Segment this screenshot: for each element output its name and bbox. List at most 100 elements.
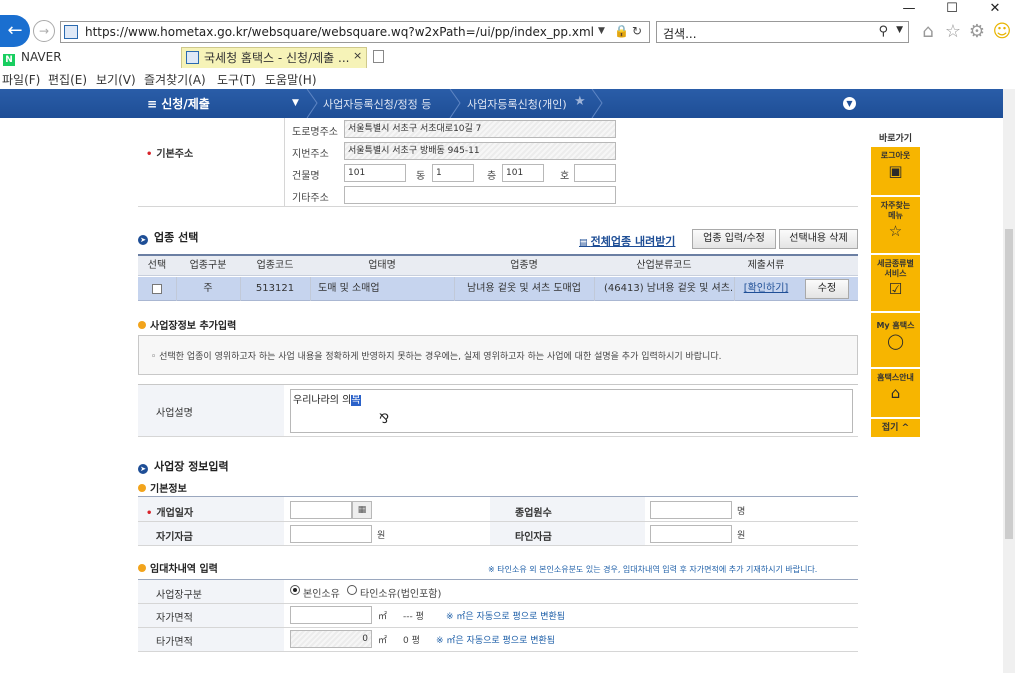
- road-address-field: 서울특별시 서초구 서초대로10길 7: [344, 120, 616, 138]
- house-icon: ⌂: [890, 384, 901, 402]
- radio-own[interactable]: [290, 585, 300, 595]
- lot-address-label: 지번주소: [292, 149, 329, 160]
- quick-hometax-guide[interactable]: 홈택스안내 ⌂: [871, 369, 920, 417]
- settings-gear-icon[interactable]: ⚙: [966, 21, 988, 43]
- ho-field[interactable]: [574, 164, 616, 182]
- forward-button[interactable]: →: [33, 20, 55, 42]
- building-field[interactable]: 101: [344, 164, 406, 182]
- building-label: 건물명: [292, 171, 320, 182]
- nav-expand-icon[interactable]: ▼: [843, 97, 856, 110]
- bookmark-star-icon[interactable]: ★: [574, 94, 586, 109]
- tab-hometax[interactable]: 국세청 홈택스 - 신청/제출 ...: [181, 47, 367, 68]
- own-capital-label: 자기자금: [156, 532, 193, 543]
- hometax-favicon-icon: [186, 51, 199, 64]
- breadcrumb-item[interactable]: 사업자등록신청/정정 등: [323, 96, 431, 112]
- row-edit-button[interactable]: 수정: [805, 279, 849, 299]
- cell-business: 도매 및 소매업: [318, 283, 380, 294]
- refresh-icon[interactable]: ↻: [632, 24, 642, 38]
- lock-icon[interactable]: 🔒: [614, 24, 629, 38]
- desc-label: 사업설명: [156, 408, 193, 419]
- favorites-star-icon[interactable]: ☆: [942, 21, 964, 43]
- browser-chrome: — ☐ ✕ ← → https://www.hometax.go.kr/webs…: [0, 0, 1015, 89]
- col-type: 업종구분: [189, 260, 227, 271]
- address-bar[interactable]: https://www.hometax.go.kr/websquare/webs…: [60, 21, 650, 43]
- breadcrumb-separator-icon: [306, 89, 318, 118]
- tab-naver[interactable]: N NAVER: [0, 47, 176, 68]
- menu-favorites[interactable]: 즐겨찾기(A): [144, 71, 206, 88]
- new-tab-icon: [373, 50, 384, 63]
- floor-field[interactable]: 101: [502, 164, 544, 182]
- radio-other-label[interactable]: 타인소유(법인포함): [360, 585, 441, 600]
- breadcrumb-item[interactable]: 사업자등록신청(개인): [467, 96, 567, 112]
- quick-menu-title: 바로가기: [878, 134, 913, 144]
- radio-other[interactable]: [347, 585, 357, 595]
- employees-unit: 명: [737, 507, 746, 517]
- industry-section-title: ➤ 업종 선택: [138, 229, 198, 245]
- minimize-button[interactable]: —: [889, 0, 929, 18]
- open-date-field[interactable]: [290, 501, 352, 519]
- menu-edit[interactable]: 편집(E): [48, 71, 87, 88]
- basic-info-title: 기본정보: [138, 480, 187, 495]
- delete-selection-button[interactable]: 선택내용 삭제: [779, 229, 858, 249]
- quick-fold-button[interactable]: 접기 ^: [871, 419, 920, 437]
- cell-class-code: (46413) 남녀용 겉옷 및 셔츠…: [604, 283, 732, 294]
- divider: [138, 206, 858, 207]
- calendar-button[interactable]: ▦: [352, 501, 372, 519]
- sub-bullet-icon: [138, 321, 146, 329]
- maximize-button[interactable]: ☐: [932, 0, 972, 18]
- own-capital-field[interactable]: [290, 525, 372, 543]
- close-window-button[interactable]: ✕: [975, 0, 1015, 18]
- search-box[interactable]: 검색... ⚲ ▼: [656, 21, 909, 43]
- menu-help[interactable]: 도움말(H): [265, 71, 317, 88]
- other-area-label: 타가면적: [156, 637, 193, 648]
- tab-close-icon[interactable]: ×: [353, 49, 362, 62]
- other-address-field[interactable]: [344, 186, 616, 204]
- divider: [138, 603, 858, 604]
- arrow-left-icon: ←: [7, 20, 23, 41]
- dong-field[interactable]: 1: [432, 164, 474, 182]
- table-row[interactable]: 주 513121 도매 및 소매업 남녀용 겉옷 및 셔츠 도매업 (46413…: [138, 277, 858, 301]
- quick-my-hometax[interactable]: My 홈택스 ◯: [871, 313, 920, 367]
- col-business: 업태명: [368, 260, 396, 271]
- nav-menu-title[interactable]: ≡ 신청/제출: [147, 95, 210, 112]
- col-select: 선택: [147, 260, 167, 271]
- menu-tools[interactable]: 도구(T): [217, 71, 256, 88]
- extra-info-title: 사업장정보 추가입력: [138, 317, 236, 332]
- divider: [284, 118, 285, 206]
- smiley-feedback-icon[interactable]: ☺: [991, 21, 1013, 43]
- lease-note: ※ 타인소유 외 본인소유분도 있는 경우, 임대차내역 입력 후 자가면적에 …: [488, 565, 818, 574]
- workplace-type-label: 사업장구분: [156, 590, 202, 601]
- row-checkbox[interactable]: [152, 284, 162, 294]
- url-dropdown-icon[interactable]: ▼: [598, 26, 605, 36]
- url-text[interactable]: https://www.hometax.go.kr/websquare/webs…: [85, 25, 594, 39]
- scrollbar-thumb[interactable]: [1005, 229, 1013, 539]
- menu-file[interactable]: 파일(F): [2, 71, 40, 88]
- edit-industry-button[interactable]: 업종 입력/수정: [692, 229, 776, 249]
- back-button[interactable]: ←: [0, 15, 30, 47]
- new-tab-button[interactable]: [369, 47, 389, 68]
- address-label: • 기본주소: [146, 149, 194, 160]
- employees-field[interactable]: [650, 501, 732, 519]
- desc-textarea[interactable]: 우리나라의 의복: [290, 389, 853, 433]
- radio-own-label[interactable]: 본인소유: [303, 585, 340, 600]
- lock-icon: ▣: [888, 162, 903, 180]
- confirm-docs-link[interactable]: [확인하기]: [734, 277, 798, 301]
- quick-logout[interactable]: 로그아웃 ▣: [871, 147, 920, 195]
- quick-item-label: My 홈택스: [876, 321, 915, 330]
- quick-item-label: 로그아웃: [880, 151, 911, 160]
- quick-favorites[interactable]: 자주찾는 메뉴 ☆: [871, 197, 920, 253]
- breadcrumb-separator-icon: [591, 89, 603, 118]
- vertical-scrollbar[interactable]: [1003, 89, 1015, 673]
- download-industry-link[interactable]: ▤ 전체업종 내려받기: [579, 233, 675, 249]
- quick-item-label: 자주찾는 메뉴: [880, 201, 911, 220]
- other-capital-field[interactable]: [650, 525, 732, 543]
- quick-tax-services[interactable]: 세금종류별 서비스 ☑: [871, 255, 920, 311]
- search-placeholder[interactable]: 검색...: [663, 25, 697, 42]
- search-dropdown-icon[interactable]: ▼: [896, 25, 903, 35]
- own-area-field[interactable]: [290, 606, 372, 624]
- menu-view[interactable]: 보기(V): [96, 71, 136, 88]
- nav-dropdown-caret-icon[interactable]: ▼: [292, 98, 299, 108]
- other-area-unit: ㎡: [378, 636, 388, 646]
- search-icon[interactable]: ⚲: [878, 24, 888, 39]
- home-icon[interactable]: ⌂: [917, 21, 939, 43]
